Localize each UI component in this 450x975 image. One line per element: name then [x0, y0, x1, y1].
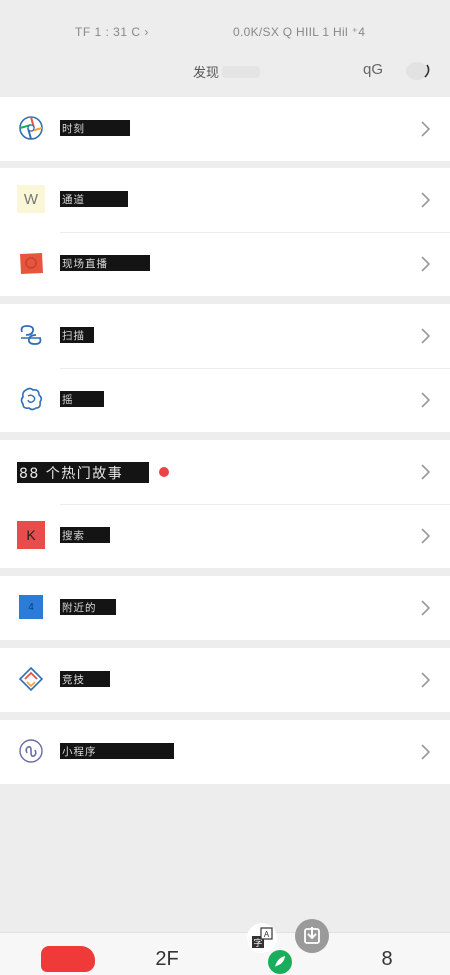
menu-item-label: 搜索 — [62, 529, 85, 542]
header-action-icon[interactable] — [405, 59, 433, 81]
label-redaction: 现场直播 — [60, 255, 150, 271]
mini-programs-icon — [17, 737, 45, 765]
label-redaction: 扫描 — [60, 327, 94, 343]
label-redaction: 摇 — [60, 391, 104, 407]
menu-item-moments[interactable]: 时刻 — [0, 97, 450, 161]
menu-item-label: 竞技 — [62, 673, 85, 686]
menu-item-nearby[interactable]: 4 附近的 — [0, 576, 450, 640]
label-redaction: 88 个热门故事 — [17, 462, 149, 483]
channels-icon: W — [17, 185, 45, 213]
chevron-right-icon — [421, 600, 431, 616]
search-icon: K — [17, 521, 45, 549]
label-redaction: 搜索 — [60, 527, 110, 543]
menu-item-scan[interactable]: 扫描 — [0, 304, 450, 368]
svg-text:A: A — [264, 930, 270, 939]
nav-header: 发现 qG — [0, 52, 450, 97]
chevron-right-icon — [421, 328, 431, 344]
download-icon[interactable] — [294, 918, 330, 954]
chevron-right-icon — [421, 256, 431, 272]
label-redaction: 时刻 — [60, 120, 130, 136]
header-right-text[interactable]: qG — [363, 61, 383, 78]
menu-item-games[interactable]: 竞技 — [0, 648, 450, 712]
games-icon — [17, 665, 45, 693]
menu-item-label: 小程序 — [62, 745, 97, 758]
menu-group-scan: 扫描 摇 — [0, 304, 450, 432]
chats-icon — [41, 945, 95, 972]
shake-icon — [17, 385, 45, 413]
menu-group-games: 竞技 — [0, 648, 450, 712]
chevron-right-icon — [421, 744, 431, 760]
menu-item-label: 摇 — [62, 393, 74, 406]
menu-item-label: 附近的 — [62, 601, 97, 614]
menu-item-live[interactable]: 现场直播 — [0, 232, 450, 296]
page-title: 发现 — [193, 66, 220, 81]
status-bar: TF 1 : 31 C › 0.0K/SX Q HIIL 1 Hil ⁺4 — [0, 0, 450, 52]
menu-item-label: 88 个热门故事 — [19, 465, 124, 482]
tab-contacts[interactable]: 2F — [150, 933, 184, 975]
label-redaction: 竞技 — [60, 671, 110, 687]
tab-label: 2F — [155, 948, 179, 970]
menu-group-top-stories: 88 个热门故事 K 搜索 — [0, 440, 450, 568]
status-bar-time: TF 1 : 31 C › — [75, 25, 149, 39]
menu-item-label: 现场直播 — [62, 257, 108, 270]
live-icon — [17, 249, 45, 277]
nearby-icon: 4 — [19, 595, 43, 619]
search-icon-glyph: K — [26, 527, 36, 543]
red-dot-badge — [159, 467, 169, 477]
label-redaction: 通道 — [60, 191, 128, 207]
menu-item-shake[interactable]: 摇 — [0, 368, 450, 432]
tab-bar: 2F 8 — [0, 932, 450, 975]
menu-item-channels[interactable]: W 通道 — [0, 168, 450, 232]
menu-group-nearby: 4 附近的 — [0, 576, 450, 640]
menu-item-label: 时刻 — [62, 122, 85, 135]
menu-group-channels: W 通道 现场直播 — [0, 168, 450, 296]
chevron-right-icon — [421, 464, 431, 480]
nearby-icon-glyph: 4 — [28, 601, 34, 613]
chevron-right-icon — [421, 392, 431, 408]
menu-item-label: 扫描 — [62, 329, 85, 342]
menu-item-search[interactable]: K 搜索 — [0, 504, 450, 568]
menu-item-mini-programs[interactable]: 小程序 — [0, 720, 450, 784]
menu-group-mini-programs: 小程序 — [0, 720, 450, 784]
tab-me[interactable]: 8 — [372, 933, 402, 975]
menu-item-label: 通道 — [62, 193, 85, 206]
chevron-right-icon — [421, 528, 431, 544]
tab-label: 8 — [381, 948, 393, 970]
scan-icon — [17, 321, 45, 349]
moments-icon — [17, 114, 45, 142]
menu-item-top-stories[interactable]: 88 个热门故事 — [0, 440, 450, 504]
label-redaction: 附近的 — [60, 599, 116, 615]
menu-group-moments: 时刻 — [0, 97, 450, 161]
chevron-right-icon — [421, 121, 431, 137]
channels-icon-glyph: W — [23, 190, 39, 208]
title-smudge — [222, 66, 260, 78]
tab-chats[interactable] — [40, 933, 96, 975]
chevron-right-icon — [421, 672, 431, 688]
chevron-right-icon — [421, 192, 431, 208]
label-redaction: 小程序 — [60, 743, 174, 759]
translate-icon[interactable]: 字 A — [246, 922, 278, 956]
status-bar-indicators: 0.0K/SX Q HIIL 1 Hil ⁺4 — [233, 25, 366, 39]
